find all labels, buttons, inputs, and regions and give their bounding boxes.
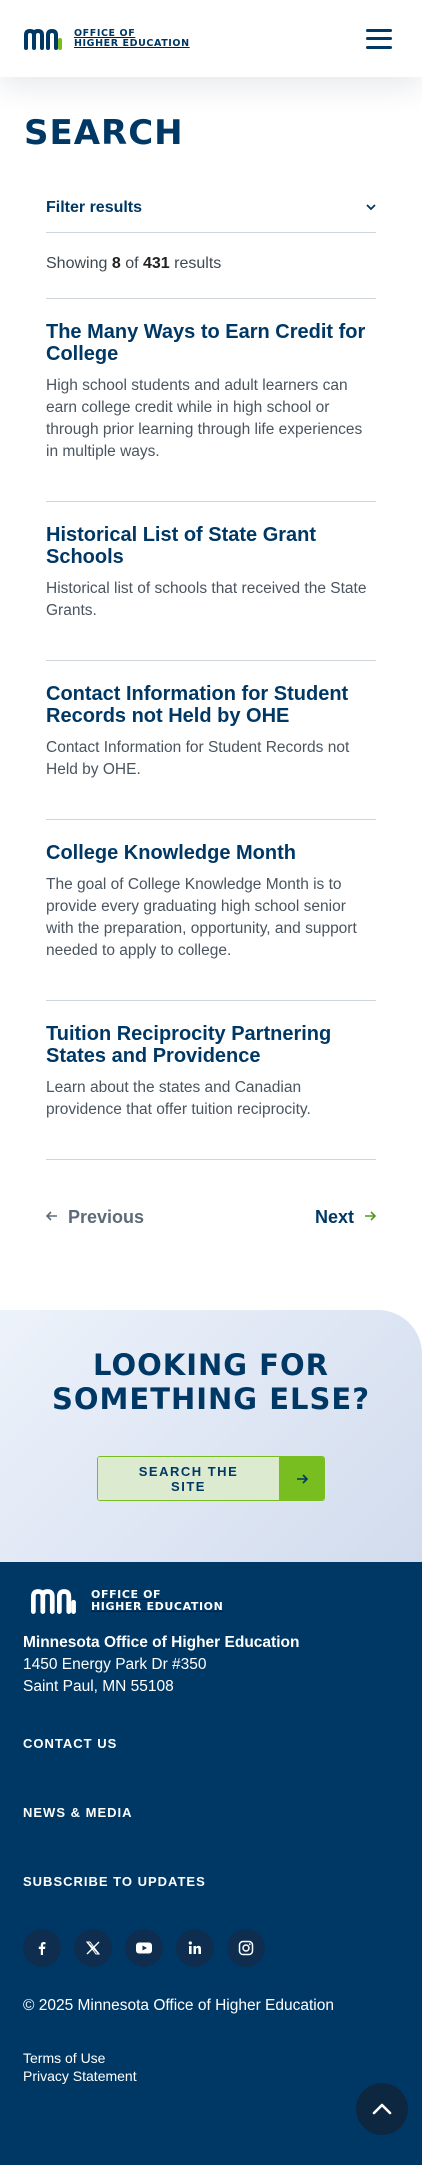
back-to-top-button[interactable] xyxy=(356,2083,408,2135)
filter-results-label: Filter results xyxy=(46,198,143,216)
organization-name: Minnesota Office of Higher Education xyxy=(23,1634,300,1651)
result-description: Historical list of schools that received… xyxy=(46,580,367,619)
search-result-item: Historical List of State Grant Schools H… xyxy=(46,502,376,661)
chevron-down-icon xyxy=(366,202,376,214)
search-the-site-label: SEARCH THE SITE xyxy=(98,1457,279,1500)
result-description: Contact Information for Student Records … xyxy=(46,739,350,778)
cta-title: LOOKING FOR SOMETHING ELSE? xyxy=(51,1348,371,1416)
footer-link-subscribe[interactable]: SUBSCRIBE TO UPDATES xyxy=(23,1874,399,1889)
result-description: Learn about the states and Canadian prov… xyxy=(46,1079,311,1118)
footer-link-contact-us[interactable]: CONTACT US xyxy=(23,1736,399,1751)
footer-link-news-media[interactable]: NEWS & MEDIA xyxy=(23,1805,399,1820)
search-result-item: Tuition Reciprocity Partnering States an… xyxy=(46,1001,376,1160)
result-title-link[interactable]: Historical List of State Grant Schools xyxy=(46,524,376,568)
hamburger-menu-icon[interactable] xyxy=(366,28,392,49)
social-links xyxy=(23,1929,399,1967)
search-result-item: Contact Information for Student Records … xyxy=(46,661,376,820)
result-description: The goal of College Knowledge Month is t… xyxy=(46,876,357,959)
chevron-up-icon xyxy=(372,2103,392,2115)
facebook-icon[interactable] xyxy=(23,1929,61,1967)
pagination: Previous Next xyxy=(45,1160,377,1244)
site-header: OFFICE OF HIGHER EDUCATION xyxy=(0,0,422,77)
main-content: SEARCH Filter results Showing 8 of 431 r… xyxy=(0,77,422,1244)
address-line-1: 1450 Energy Park Dr #350 xyxy=(23,1656,207,1673)
result-title-link[interactable]: The Many Ways to Earn Credit for College xyxy=(46,321,376,365)
results-count: Showing 8 of 431 results xyxy=(46,233,376,299)
page-title: SEARCH xyxy=(24,113,184,153)
address-line-2: Saint Paul, MN 55108 xyxy=(23,1678,174,1695)
arrow-left-icon xyxy=(45,1209,58,1226)
terms-of-use-link[interactable]: Terms of Use xyxy=(23,2049,399,2067)
mn-logo-icon xyxy=(24,28,62,50)
result-title-link[interactable]: College Knowledge Month xyxy=(46,842,376,864)
privacy-statement-link[interactable]: Privacy Statement xyxy=(23,2067,399,2085)
mn-logo-icon xyxy=(31,1589,76,1614)
logo-wordmark: OFFICE OF HIGHER EDUCATION xyxy=(74,27,190,49)
result-description: High school students and adult learners … xyxy=(46,377,363,460)
previous-page-link[interactable]: Previous xyxy=(45,1207,144,1228)
footer-logo[interactable]: OFFICE OF HIGHER EDUCATION xyxy=(29,1588,399,1614)
search-the-site-button[interactable]: SEARCH THE SITE xyxy=(97,1456,325,1501)
site-footer: OFFICE OF HIGHER EDUCATION Minnesota Off… xyxy=(0,1562,422,2165)
result-title-link[interactable]: Tuition Reciprocity Partnering States an… xyxy=(46,1023,376,1067)
copyright-text: © 2025 Minnesota Office of Higher Educat… xyxy=(23,1997,334,2014)
youtube-icon[interactable] xyxy=(125,1929,163,1967)
next-page-link[interactable]: Next xyxy=(315,1207,377,1228)
legal-links: Terms of Use Privacy Statement xyxy=(23,2049,399,2085)
footer-logo-wordmark: OFFICE OF HIGHER EDUCATION xyxy=(91,1588,224,1613)
x-twitter-icon[interactable] xyxy=(74,1929,112,1967)
search-cta-section: LOOKING FOR SOMETHING ELSE? SEARCH THE S… xyxy=(0,1310,422,1562)
result-title-link[interactable]: Contact Information for Student Records … xyxy=(46,683,376,727)
search-result-item: The Many Ways to Earn Credit for College… xyxy=(46,299,376,502)
linkedin-icon[interactable] xyxy=(176,1929,214,1967)
site-logo[interactable]: OFFICE OF HIGHER EDUCATION xyxy=(24,28,190,50)
arrow-right-icon xyxy=(364,1209,377,1226)
filter-results-toggle[interactable]: Filter results xyxy=(46,183,376,233)
instagram-icon[interactable] xyxy=(227,1929,265,1967)
search-results-section: Filter results Showing 8 of 431 results … xyxy=(24,183,398,1244)
search-result-item: College Knowledge Month The goal of Coll… xyxy=(46,820,376,1001)
arrow-right-icon xyxy=(279,1457,324,1500)
